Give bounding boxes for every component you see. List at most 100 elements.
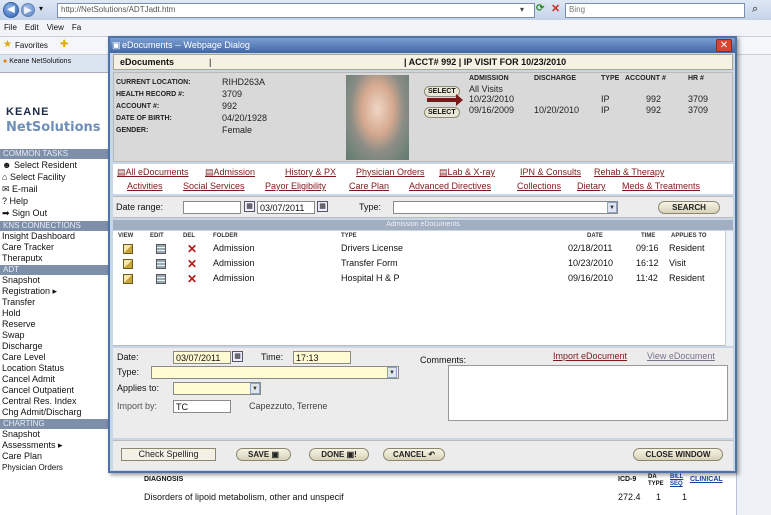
done-button[interactable]: DONE ▣! [309,448,369,461]
calendar-to-icon[interactable]: ▦ [317,201,328,212]
nav-registration[interactable]: Registration ▸ [2,286,57,297]
search-button[interactable]: SEARCH [658,201,720,214]
nav-central-res-index[interactable]: Central Res. Index [2,396,77,407]
menu-favorites[interactable]: Fa [68,20,85,35]
type-filter-dropdown-icon[interactable]: ▼ [607,202,617,213]
type-select[interactable] [151,366,399,379]
applies-to-select[interactable] [173,382,261,395]
edit-document-icon[interactable] [156,274,166,284]
link-ipn-consults[interactable]: IPN & Consults [520,167,581,177]
link-admission[interactable]: ▤Admission [205,167,255,178]
nav-select-facility[interactable]: ⌂ Select Facility [2,172,65,183]
link-advanced-directives[interactable]: Advanced Directives [409,181,491,191]
link-collections[interactable]: Collections [517,181,561,191]
nav-theraputx[interactable]: Theraputx [2,253,43,264]
cancel-button[interactable]: CANCEL ↶ [383,448,445,461]
date-from-input[interactable] [183,201,241,214]
view-document-icon[interactable] [123,259,133,269]
hr-header: HR # [688,75,704,82]
favorites-label[interactable]: Favorites [15,41,48,50]
add-favorite-icon[interactable]: ✚ [60,39,68,50]
nav-swap[interactable]: Swap [2,330,25,341]
type-filter-select[interactable] [393,201,618,214]
clinical-header[interactable]: CLINICAL [690,476,723,483]
delete-document-icon[interactable]: ✕ [187,273,197,285]
nav-location-status[interactable]: Location Status [2,363,64,374]
applies-to-dropdown-icon[interactable]: ▼ [250,383,260,394]
calendar-from-icon[interactable]: ▦ [244,201,255,212]
view-edocument-link[interactable]: View eDocument [647,351,715,361]
delete-document-icon[interactable]: ✕ [187,258,197,270]
type-dropdown-icon[interactable]: ▼ [387,367,397,378]
link-care-plan[interactable]: Care Plan [349,181,389,191]
check-spelling-button[interactable]: Check Spelling [121,448,216,461]
menu-edit[interactable]: Edit [21,20,43,35]
link-social-services[interactable]: Social Services [183,181,245,191]
link-activities[interactable]: Activities [127,181,163,191]
favorites-star-icon[interactable]: ★ [3,39,12,50]
documents-scrollbar[interactable] [725,231,733,346]
select-all-visits-button[interactable]: SELECT [424,86,460,97]
nav-care-level[interactable]: Care Level [2,352,46,363]
nav-transfer[interactable]: Transfer [2,297,35,308]
visit2-discharge: 10/20/2010 [534,105,580,115]
link-history-px[interactable]: History & PX [285,167,336,177]
url-text: http://NetSolutions/ADTJadt.htm [61,5,176,14]
link-meds-treatments[interactable]: Meds & Treatments [622,181,700,191]
view-document-icon[interactable] [123,274,133,284]
browser-tab[interactable]: ● Keane NetSolutions [0,55,110,73]
nav-chg-admit-discharge[interactable]: Chg Admit/Discharg [2,407,82,418]
menu-view[interactable]: View [43,20,68,35]
save-button[interactable]: SAVE ▣ [236,448,291,461]
nav-charting-snapshot[interactable]: Snapshot [2,429,40,440]
nav-email[interactable]: ✉ E-mail [2,184,38,195]
comments-textarea[interactable] [448,365,728,421]
menu-file[interactable]: File [0,20,21,35]
link-dietary[interactable]: Dietary [577,181,606,191]
nav-cancel-admit[interactable]: Cancel Admit [2,374,55,385]
delete-document-icon[interactable]: ✕ [187,243,197,255]
time-input[interactable]: 17:13 [293,351,351,364]
nav-adt-snapshot[interactable]: Snapshot [2,275,40,286]
nav-care-plan[interactable]: Care Plan [2,451,42,462]
date-input[interactable]: 03/07/2011 [173,351,231,364]
address-dropdown-icon[interactable]: ▾ [520,5,524,14]
search-input[interactable]: Bing [565,3,745,18]
nav-reserve[interactable]: Reserve [2,319,36,330]
nav-insight-dashboard[interactable]: Insight Dashboard [2,231,75,242]
edit-document-icon[interactable] [156,259,166,269]
import-by-input[interactable]: TC [173,400,231,413]
back-icon[interactable]: ◀ [3,2,19,18]
nav-physician-orders[interactable]: Physician Orders [2,462,63,473]
calendar-icon[interactable]: ▦ [232,351,243,362]
dialog-close-icon[interactable]: ✕ [716,39,732,52]
nav-help[interactable]: ? Help [2,196,28,207]
edit-document-icon[interactable] [156,244,166,254]
nav-assessments[interactable]: Assessments ▸ [2,440,63,451]
nav-select-resident[interactable]: ☻ Select Resident [2,160,77,171]
refresh-icon[interactable]: ⟳ [536,3,544,14]
view-document-icon[interactable] [123,244,133,254]
history-dropdown-icon[interactable]: ▾ [39,4,43,13]
address-bar[interactable]: http://NetSolutions/ADTJadt.htm [57,3,535,18]
link-all-edocuments[interactable]: ▤All eDocuments [117,167,189,178]
link-rehab-therapy[interactable]: Rehab & Therapy [594,167,664,177]
nav-cancel-outpatient[interactable]: Cancel Outpatient [2,385,74,396]
close-window-button[interactable]: CLOSE WINDOW [633,448,723,461]
nav-discharge[interactable]: Discharge [2,341,43,352]
nav-sign-out[interactable]: ➡ Sign Out [2,208,47,219]
doc2-time: 16:12 [636,258,659,268]
nav-label: Select Resident [13,160,78,170]
select-visit2-button[interactable]: SELECT [424,107,460,118]
bill-seq-header[interactable]: BILL SEQ [670,474,688,488]
search-icon[interactable]: ⌕ [752,3,758,16]
link-physician-orders[interactable]: Physician Orders [356,167,425,177]
date-to-input[interactable]: 03/07/2011 [257,201,315,214]
forward-icon[interactable]: ▶ [21,3,35,17]
nav-hold[interactable]: Hold [2,308,21,319]
import-edocument-link[interactable]: Import eDocument [553,351,627,361]
stop-icon[interactable]: ✕ [551,2,560,15]
link-lab-xray[interactable]: ▤Lab & X-ray [439,167,495,178]
nav-care-tracker[interactable]: Care Tracker [2,242,54,253]
link-payor-eligibility[interactable]: Payor Eligibility [265,181,326,191]
